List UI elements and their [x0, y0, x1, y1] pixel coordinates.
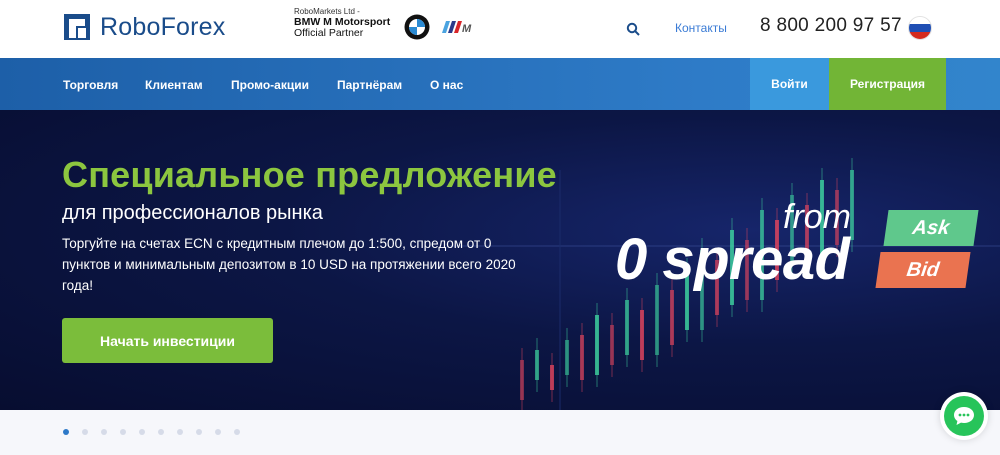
- nav-item-partners[interactable]: Партнёрам: [337, 78, 402, 92]
- partner-block: RoboMarkets Ltd - BMW M Motorsport Offic…: [294, 6, 390, 39]
- bmw-logo-icon: [404, 14, 430, 40]
- ask-label: Ask: [911, 216, 951, 239]
- top-header: RoboForex RoboMarkets Ltd - BMW M Motors…: [0, 0, 1000, 58]
- chat-icon: [944, 396, 984, 436]
- partner-line-3: Official Partner: [294, 27, 364, 39]
- hero-subtitle: для профессионалов рынка: [62, 202, 323, 224]
- phone-number[interactable]: 8 800 200 97 57: [760, 15, 902, 37]
- register-button[interactable]: Регистрация: [829, 58, 946, 110]
- chat-button[interactable]: [940, 392, 988, 440]
- slider-dot[interactable]: [82, 429, 88, 435]
- logo[interactable]: RoboForex: [62, 12, 225, 42]
- svg-text:M: M: [462, 23, 472, 35]
- login-button[interactable]: Войти: [750, 58, 829, 110]
- nav-item-trading[interactable]: Торговля: [63, 78, 118, 92]
- logo-text: RoboForex: [100, 12, 226, 41]
- main-nav: Торговля Клиентам Промо-акции Партнёрам …: [0, 58, 1000, 110]
- nav-item-clients[interactable]: Клиентам: [145, 78, 203, 92]
- russian-flag-icon[interactable]: [908, 16, 932, 40]
- start-investing-button[interactable]: Начать инвестиции: [62, 318, 273, 363]
- slider-dot[interactable]: [101, 429, 107, 435]
- bid-label: Bid: [905, 258, 941, 281]
- slider-dot[interactable]: [63, 429, 69, 435]
- bid-badge: Bid: [875, 252, 971, 288]
- slider-dot[interactable]: [120, 429, 126, 435]
- slider-dot[interactable]: [139, 429, 145, 435]
- hero-title: Специальное предложение: [62, 154, 557, 195]
- slider-bar: [0, 410, 1000, 455]
- slider-dot[interactable]: [158, 429, 164, 435]
- hero-description: Торгуйте на счетах ECN с кредитным плечо…: [62, 236, 516, 293]
- slider-dot[interactable]: [177, 429, 183, 435]
- nav-item-about[interactable]: О нас: [430, 78, 463, 92]
- hero-banner: Специальное предложение для профессионал…: [0, 110, 1000, 410]
- ask-badge: Ask: [883, 210, 979, 246]
- contacts-link[interactable]: Контакты: [675, 21, 727, 35]
- m-motorsport-logo-icon: M: [442, 21, 472, 35]
- slider-dots: [63, 429, 253, 435]
- promo-spread-text: 0 spread: [615, 227, 850, 292]
- roboforex-logo-icon: [64, 14, 90, 40]
- slider-dot[interactable]: [234, 429, 240, 435]
- nav-item-promo[interactable]: Промо-акции: [231, 78, 309, 92]
- slider-dot[interactable]: [196, 429, 202, 435]
- slider-dot[interactable]: [215, 429, 221, 435]
- search-icon[interactable]: [626, 22, 640, 36]
